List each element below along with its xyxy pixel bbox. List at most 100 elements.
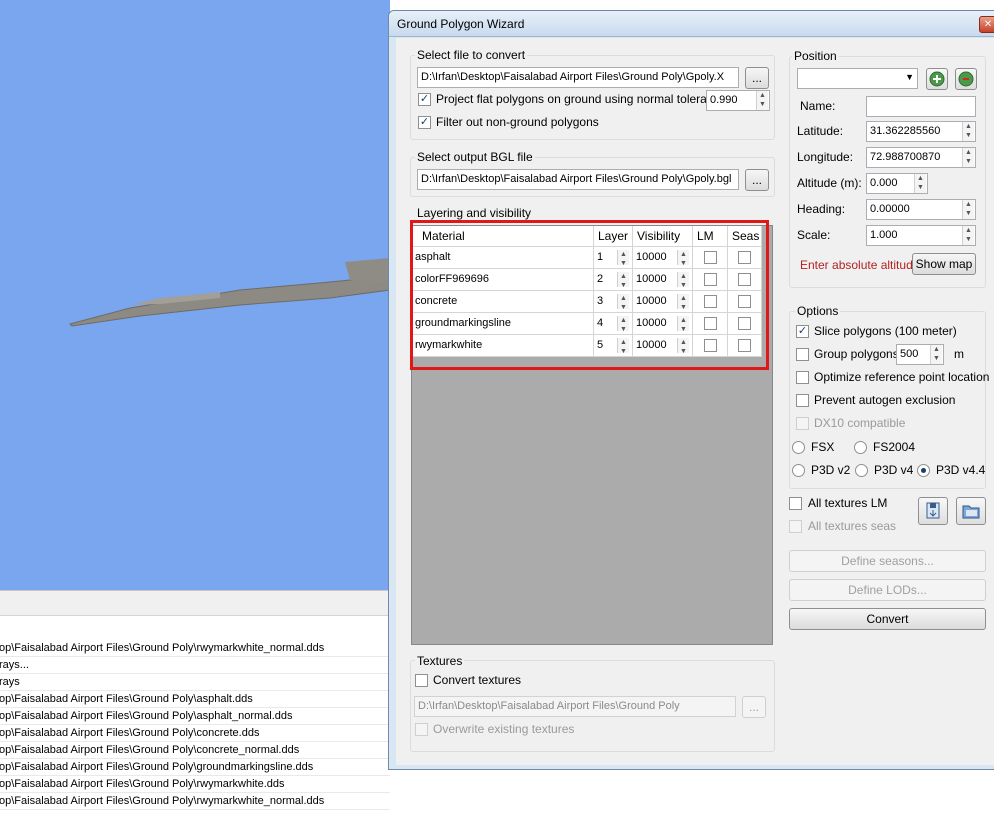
visibility-spinner[interactable]: ▲ ▼ <box>677 272 689 289</box>
header-visibility[interactable]: Visibility <box>633 226 693 247</box>
group-size-spinner[interactable]: ▲ ▼ <box>930 345 942 364</box>
airport-polygon-preview <box>69 258 390 327</box>
globe-add-icon <box>929 71 945 87</box>
name-input[interactable] <box>866 96 976 117</box>
material-cell[interactable]: rwymarkwhite <box>412 335 594 357</box>
log-line: op\Faisalabad Airport Files\Ground Poly\… <box>0 725 390 742</box>
overwrite-textures-checkbox[interactable] <box>415 723 428 736</box>
slice-polygons-checkbox[interactable]: ✓ <box>796 325 809 338</box>
table-row[interactable]: groundmarkingsline 4 ▲ ▼ 10000 ▲ ▼ <box>412 313 762 335</box>
log-line: op\Faisalabad Airport Files\Ground Poly\… <box>0 708 390 725</box>
window-title: Ground Polygon Wizard <box>397 17 525 31</box>
convert-button[interactable]: Convert <box>789 608 986 630</box>
all-textures-lm-checkbox[interactable] <box>789 497 802 510</box>
remove-location-button[interactable] <box>955 68 977 90</box>
heading-label: Heading: <box>797 202 846 216</box>
heading-input[interactable]: 0.00000 <box>866 199 976 220</box>
grid-header-row: Material Layer Visibility LM Seas <box>412 226 762 247</box>
lm-cell <box>693 291 728 313</box>
seas-checkbox[interactable] <box>738 251 751 264</box>
seas-checkbox[interactable] <box>738 339 751 352</box>
radio-fs2004[interactable] <box>854 441 867 454</box>
altitude-spinner[interactable]: ▲ ▼ <box>914 174 926 193</box>
lm-cell <box>693 247 728 269</box>
log-line: rays <box>0 674 390 691</box>
lm-checkbox[interactable] <box>704 273 717 286</box>
texture-path-input[interactable]: D:\Irfan\Desktop\Faisalabad Airport File… <box>414 696 736 717</box>
material-cell[interactable]: concrete <box>412 291 594 313</box>
radio-fsx-label: FSX <box>811 440 835 454</box>
table-row[interactable]: asphalt 1 ▲ ▼ 10000 ▲ ▼ <box>412 247 762 269</box>
optimize-reference-checkbox[interactable] <box>796 371 809 384</box>
table-row[interactable]: concrete 3 ▲ ▼ 10000 ▲ ▼ <box>412 291 762 313</box>
input-file-path[interactable]: D:\Irfan\Desktop\Faisalabad Airport File… <box>417 67 739 88</box>
header-lm[interactable]: LM <box>693 226 728 247</box>
lm-checkbox[interactable] <box>704 339 717 352</box>
material-cell[interactable]: asphalt <box>412 247 594 269</box>
convert-textures-checkbox[interactable] <box>415 674 428 687</box>
latitude-input[interactable]: 31.362285560 <box>866 121 976 142</box>
heading-spinner[interactable]: ▲ ▼ <box>962 200 974 219</box>
radio-p3dv2-label: P3D v2 <box>811 463 851 477</box>
save-settings-button[interactable] <box>918 497 948 525</box>
radio-p3dv44[interactable] <box>917 464 930 477</box>
viewport-status-strip <box>0 590 390 616</box>
longitude-spinner[interactable]: ▲ ▼ <box>962 148 974 167</box>
layer-spinner[interactable]: ▲ ▼ <box>617 250 629 267</box>
radio-p3dv4-label: P3D v4 <box>874 463 914 477</box>
lm-checkbox[interactable] <box>704 317 717 330</box>
seas-checkbox[interactable] <box>738 295 751 308</box>
radio-p3dv44-label: P3D v4.4 <box>936 463 986 477</box>
show-map-button[interactable]: Show map <box>912 253 976 275</box>
lm-checkbox[interactable] <box>704 295 717 308</box>
define-seasons-button[interactable]: Define seasons... <box>789 550 986 572</box>
define-lods-button[interactable]: Define LODs... <box>789 579 986 601</box>
layer-spinner[interactable]: ▲ ▼ <box>617 316 629 333</box>
radio-fsx[interactable] <box>792 441 805 454</box>
radio-p3dv2[interactable] <box>792 464 805 477</box>
dx10-checkbox[interactable] <box>796 417 809 430</box>
scale-input[interactable]: 1.000 <box>866 225 976 246</box>
lm-checkbox[interactable] <box>704 251 717 264</box>
material-cell[interactable]: groundmarkingsline <box>412 313 594 335</box>
visibility-spinner[interactable]: ▲ ▼ <box>677 316 689 333</box>
open-settings-button[interactable] <box>956 497 986 525</box>
save-icon <box>926 502 940 519</box>
seas-checkbox[interactable] <box>738 273 751 286</box>
longitude-input[interactable]: 72.988700870 <box>866 147 976 168</box>
scale-spinner[interactable]: ▲ ▼ <box>962 226 974 245</box>
log-line: op\Faisalabad Airport Files\Ground Poly\… <box>0 776 390 793</box>
group-polygons-checkbox[interactable] <box>796 348 809 361</box>
close-button[interactable]: ✕ <box>979 16 994 33</box>
layer-spinner[interactable]: ▲ ▼ <box>617 338 629 355</box>
prevent-autogen-checkbox[interactable] <box>796 394 809 407</box>
window-titlebar[interactable]: Ground Polygon Wizard ✕ <box>389 11 994 37</box>
position-preset-combo[interactable]: ▼ <box>797 68 918 89</box>
header-material[interactable]: Material <box>412 226 594 247</box>
project-flat-checkbox[interactable]: ✓ <box>418 93 431 106</box>
seas-cell <box>728 291 762 313</box>
3d-preview-viewport[interactable] <box>0 0 390 590</box>
latitude-spinner[interactable]: ▲ ▼ <box>962 122 974 141</box>
seas-cell <box>728 269 762 291</box>
table-row[interactable]: rwymarkwhite 5 ▲ ▼ 10000 ▲ ▼ <box>412 335 762 357</box>
layer-spinner[interactable]: ▲ ▼ <box>617 294 629 311</box>
header-layer[interactable]: Layer <box>594 226 633 247</box>
browse-input-button[interactable]: ... <box>745 67 769 89</box>
seas-checkbox[interactable] <box>738 317 751 330</box>
output-bgl-path[interactable]: D:\Irfan\Desktop\Faisalabad Airport File… <box>417 169 739 190</box>
browse-output-button[interactable]: ... <box>745 169 769 191</box>
add-location-button[interactable] <box>926 68 948 90</box>
all-textures-seas-checkbox[interactable] <box>789 520 802 533</box>
material-cell[interactable]: colorFF969696 <box>412 269 594 291</box>
visibility-spinner[interactable]: ▲ ▼ <box>677 294 689 311</box>
browse-textures-button[interactable]: ... <box>742 696 766 718</box>
table-row[interactable]: colorFF969696 2 ▲ ▼ 10000 ▲ ▼ <box>412 269 762 291</box>
radio-p3dv4[interactable] <box>855 464 868 477</box>
header-seas[interactable]: Seas <box>728 226 762 247</box>
tolerance-spinner[interactable]: ▲ ▼ <box>756 91 768 110</box>
filter-nonground-checkbox[interactable]: ✓ <box>418 116 431 129</box>
visibility-spinner[interactable]: ▲ ▼ <box>677 338 689 355</box>
layer-spinner[interactable]: ▲ ▼ <box>617 272 629 289</box>
visibility-spinner[interactable]: ▲ ▼ <box>677 250 689 267</box>
